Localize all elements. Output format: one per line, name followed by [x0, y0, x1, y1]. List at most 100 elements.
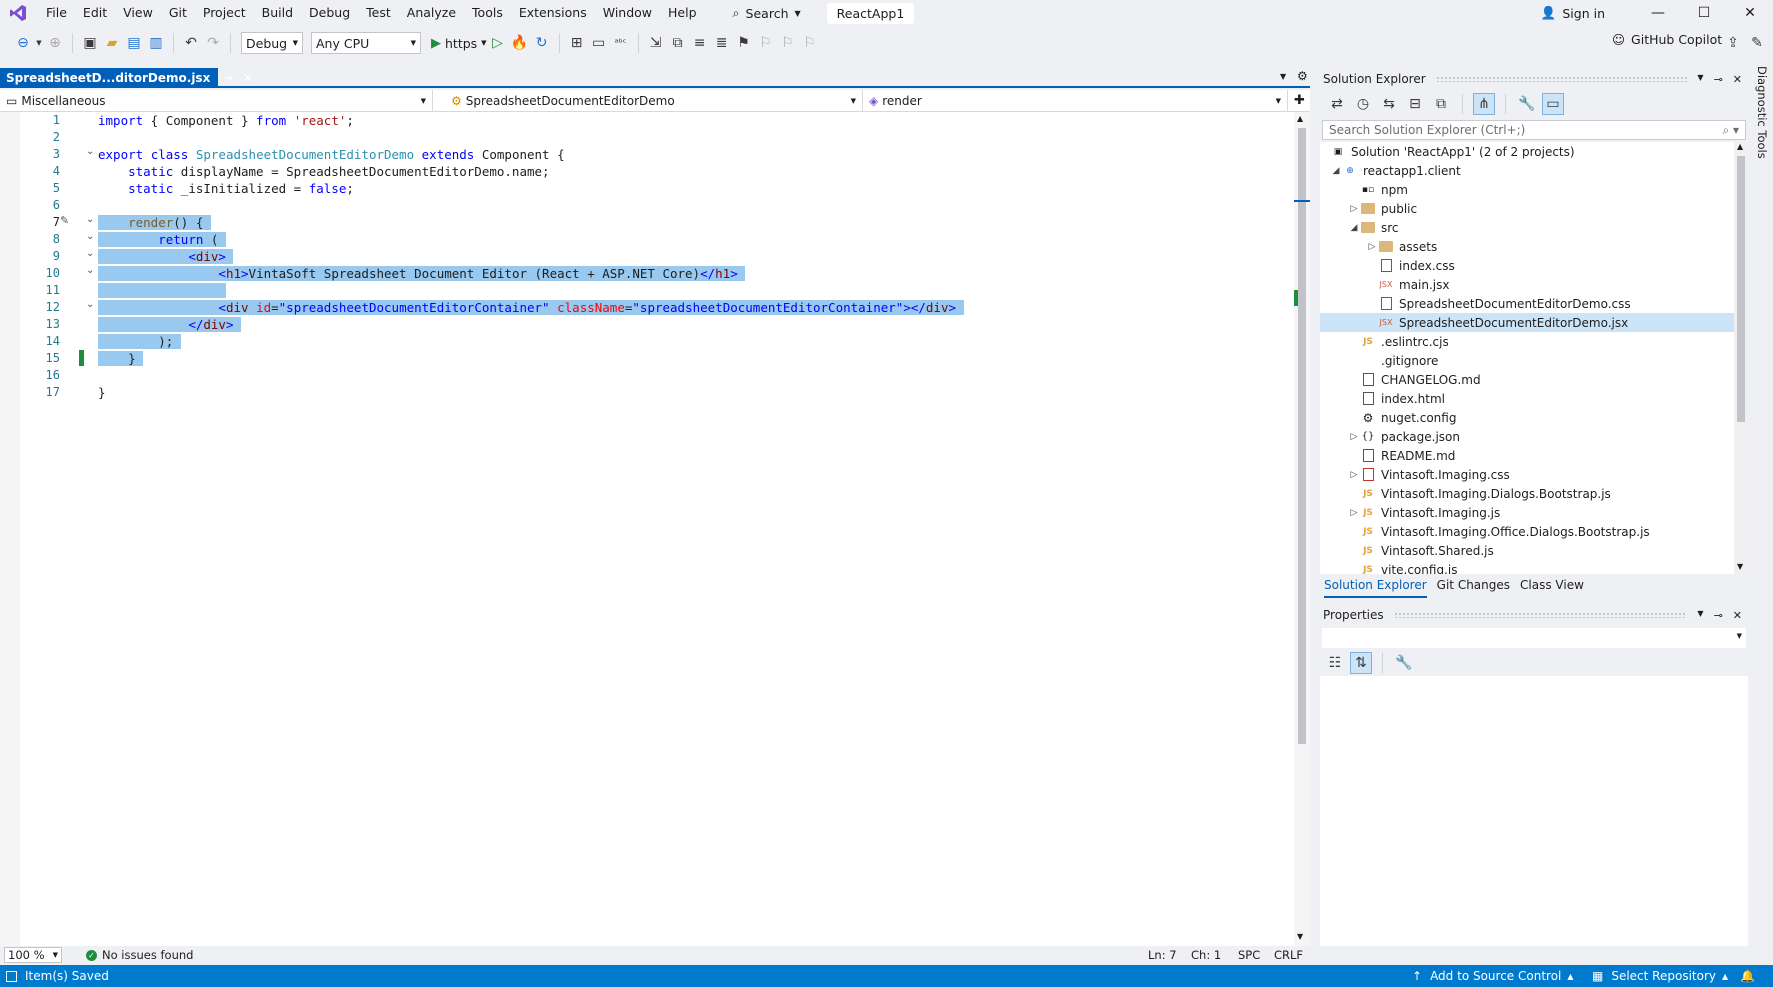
project-select[interactable]: ▭ Miscellaneous ▼ [0, 90, 433, 112]
tree-item-file[interactable]: README.md [1320, 446, 1734, 465]
scroll-up-icon[interactable]: ▲ [1297, 114, 1303, 123]
quick-action-icon[interactable]: ✎ [60, 214, 69, 227]
pin-icon[interactable]: ⊸ [1714, 609, 1723, 622]
fold-toggle-icon[interactable]: ⌄ [86, 214, 96, 225]
new-project-icon[interactable]: ▣ [79, 32, 101, 54]
start-without-debugging-icon[interactable]: ▷ [487, 32, 509, 54]
bookmark-icon[interactable]: ⚑ [733, 32, 755, 54]
tree-item-file[interactable]: JS .eslintrc.cjs [1320, 332, 1734, 351]
expanded-arrow-icon[interactable]: ◢ [1348, 223, 1360, 233]
collapsed-arrow-icon[interactable]: ▷ [1348, 204, 1360, 214]
tree-item-file[interactable]: JSX main.jsx [1320, 275, 1734, 294]
menu-edit[interactable]: Edit [75, 0, 115, 26]
tree-item-folder[interactable]: ◢ src [1320, 218, 1734, 237]
menu-view[interactable]: View [115, 0, 161, 26]
step-icon[interactable]: ⇲ [645, 32, 667, 54]
layout-icon[interactable]: ▭ [588, 32, 610, 54]
menu-tools[interactable]: Tools [464, 0, 511, 26]
menu-file[interactable]: File [38, 0, 75, 26]
wrench-icon[interactable]: 🔧 [1393, 652, 1415, 674]
collapsed-arrow-icon[interactable]: ▷ [1348, 470, 1360, 480]
start-debugging-button[interactable]: ▶ https ▼ [431, 36, 487, 51]
chevron-down-icon[interactable]: ▼ [1697, 609, 1703, 622]
search-button[interactable]: ⌕ Search ▼ [725, 5, 809, 21]
back-icon[interactable]: ⊖ [12, 32, 34, 54]
menu-git[interactable]: Git [161, 0, 195, 26]
undo-icon[interactable]: ↶ [180, 32, 202, 54]
back-forward-icon[interactable]: ⇆ [1378, 93, 1400, 115]
menu-build[interactable]: Build [254, 0, 301, 26]
close-icon[interactable]: ✕ [1733, 609, 1742, 622]
tree-item-file[interactable]: JS Vintasoft.Imaging.Dialogs.Bootstrap.j… [1320, 484, 1734, 503]
tree-item-folder[interactable]: ▷ public [1320, 199, 1734, 218]
tree-item-file[interactable]: ⚙ nuget.config [1320, 408, 1734, 427]
collapsed-arrow-icon[interactable]: ▷ [1348, 432, 1360, 442]
categorized-icon[interactable]: ☷ [1324, 652, 1346, 674]
tree-item-file[interactable]: JS Vintasoft.Shared.js [1320, 541, 1734, 560]
alphabetical-icon[interactable]: ⇅ [1350, 652, 1372, 674]
member-select[interactable]: ◈ render ▼ [863, 90, 1288, 112]
close-icon[interactable]: ✕ [1733, 73, 1742, 86]
zoom-select[interactable]: 100 % ▼ [4, 947, 62, 963]
chevron-down-icon[interactable]: ▼ [1697, 73, 1703, 86]
issues-indicator[interactable]: ✓ No issues found [86, 948, 193, 962]
redo-icon[interactable]: ↷ [202, 32, 224, 54]
share-icon[interactable]: ⇪ [1722, 32, 1744, 54]
tree-item-file[interactable]: .gitignore [1320, 351, 1734, 370]
select-repository-button[interactable]: ▦ Select Repository ▲ [1592, 969, 1728, 983]
menu-analyze[interactable]: Analyze [399, 0, 464, 26]
forward-icon[interactable]: ⊕ [44, 32, 66, 54]
comment-icon[interactable]: ≡ [689, 32, 711, 54]
browser-link-icon[interactable]: ⊞ [566, 32, 588, 54]
history-icon[interactable]: ◷ [1352, 93, 1374, 115]
collapsed-arrow-icon[interactable]: ▷ [1348, 508, 1360, 518]
tab-git-changes[interactable]: Git Changes [1437, 578, 1510, 598]
code-editor[interactable]: 1 2 3 4 5 6 7 8 9 10 11 12 13 14 15 16 1… [0, 112, 1310, 946]
line-ending-indicator[interactable]: CRLF [1274, 948, 1303, 962]
tree-item-npm[interactable]: ▪▫ npm [1320, 180, 1734, 199]
split-editor-icon[interactable]: ✚ [1294, 93, 1305, 111]
editor-vertical-scrollbar[interactable]: ▲ ▼ [1294, 112, 1310, 946]
tree-vertical-scrollbar[interactable]: ▲ ▼ [1734, 142, 1748, 574]
tree-item-file[interactable]: ▷ Vintasoft.Imaging.css [1320, 465, 1734, 484]
maximize-button[interactable]: ☐ [1681, 5, 1727, 21]
collapse-all-icon[interactable]: ⊟ [1404, 93, 1426, 115]
sign-in-button[interactable]: 👤 Sign in [1541, 5, 1605, 21]
tree-item-file[interactable]: JS vite.config.js [1320, 560, 1734, 575]
close-icon[interactable]: ✕ [243, 71, 253, 85]
tab-spreadsheet-demo-jsx[interactable]: SpreadsheetD...ditorDemo.jsx ⊸ ✕ [0, 68, 253, 88]
tree-item-file-selected[interactable]: JSX SpreadsheetDocumentEditorDemo.jsx [1320, 313, 1734, 332]
open-folder-icon[interactable]: ▰ [101, 32, 123, 54]
scroll-down-icon[interactable]: ▼ [1297, 932, 1303, 941]
menu-project[interactable]: Project [195, 0, 254, 26]
fold-toggle-icon[interactable]: ⌄ [86, 299, 96, 310]
filter-icon[interactable]: ⋔ [1473, 93, 1495, 115]
menu-help[interactable]: Help [660, 0, 705, 26]
platform-select[interactable]: Any CPU ▼ [311, 32, 421, 54]
fold-toggle-icon[interactable]: ⌄ [86, 146, 96, 157]
menu-test[interactable]: Test [358, 0, 399, 26]
fold-toggle-icon[interactable]: ⌄ [86, 248, 96, 259]
tree-item-file[interactable]: index.css [1320, 256, 1734, 275]
add-to-source-control-button[interactable]: ↑ Add to Source Control ▲ [1412, 969, 1574, 983]
tree-item-file[interactable]: CHANGELOG.md [1320, 370, 1734, 389]
tree-item-folder[interactable]: ▷ assets [1320, 237, 1734, 256]
menu-window[interactable]: Window [595, 0, 660, 26]
line-indicator[interactable]: Ln: 7 [1148, 948, 1177, 962]
compare-icon[interactable]: ⧉ [667, 32, 689, 54]
feedback-icon[interactable]: ✎ [1746, 32, 1768, 54]
gear-icon[interactable]: ⚙ [1297, 69, 1308, 83]
chevron-down-icon[interactable]: ▼ [34, 32, 44, 54]
configuration-select[interactable]: Debug ▼ [241, 32, 303, 54]
tree-item-file[interactable]: ▷ JS Vintasoft.Imaging.js [1320, 503, 1734, 522]
tree-item-file[interactable]: JS Vintasoft.Imaging.Office.Dialogs.Boot… [1320, 522, 1734, 541]
tree-item-solution[interactable]: ▣ Solution 'ReactApp1' (2 of 2 projects) [1320, 142, 1734, 161]
menu-debug[interactable]: Debug [301, 0, 358, 26]
spell-check-icon[interactable]: ᵃᵇᶜ [610, 32, 632, 54]
tree-item-project[interactable]: ◢ ⊕ reactapp1.client [1320, 161, 1734, 180]
properties-object-select[interactable]: ▼ [1322, 628, 1746, 648]
pin-icon[interactable]: ⊸ [224, 73, 232, 84]
uncomment-icon[interactable]: ≣ [711, 32, 733, 54]
notifications-icon[interactable]: 🔔 [1740, 969, 1755, 983]
spacing-indicator[interactable]: SPC [1238, 948, 1260, 962]
